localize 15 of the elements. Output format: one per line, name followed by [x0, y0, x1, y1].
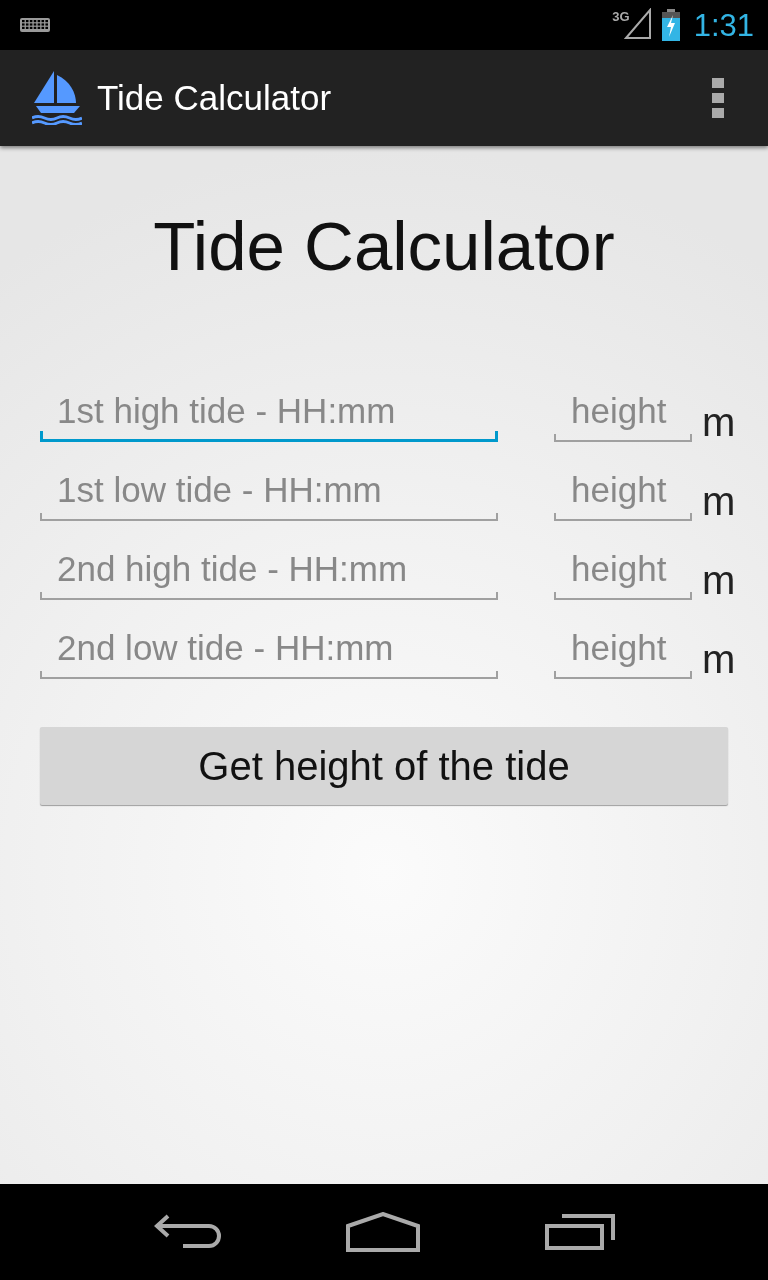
clock-time: 1:31 [693, 9, 754, 41]
home-button[interactable] [346, 1212, 420, 1252]
overflow-menu-button[interactable] [712, 78, 724, 118]
sailboat-icon [32, 71, 82, 125]
page-heading: Tide Calculator [153, 208, 615, 286]
unit-label: m [702, 560, 736, 600]
keyboard-icon [20, 18, 50, 32]
battery-charging-icon [661, 9, 680, 41]
unit-label: m [702, 481, 736, 521]
unit-label: m [702, 402, 736, 442]
back-button[interactable] [152, 1214, 221, 1250]
unit-label: m [702, 639, 736, 679]
recent-apps-button[interactable] [545, 1214, 616, 1250]
get-height-button[interactable]: Get height of the tide [40, 727, 728, 805]
app-title: Tide Calculator [97, 77, 332, 119]
